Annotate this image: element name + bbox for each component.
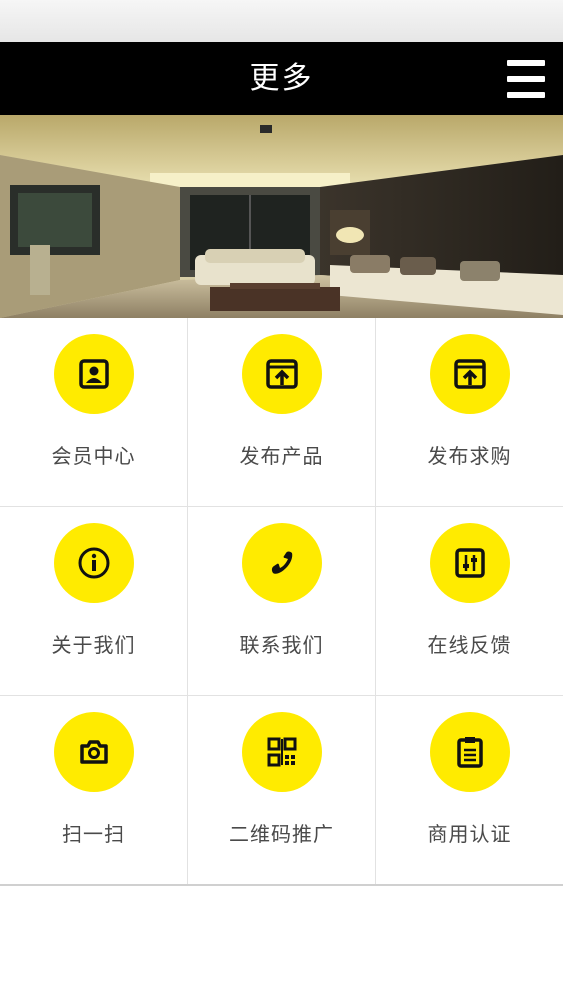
info-icon — [53, 523, 134, 603]
banner-image[interactable] — [0, 115, 563, 318]
grid-item-publish-request[interactable]: 发布求购 — [375, 318, 563, 506]
grid-item-label: 在线反馈 — [427, 633, 512, 657]
qr-code-icon — [241, 712, 322, 792]
grid-item-business-certification[interactable]: 商用认证 — [375, 696, 563, 884]
living-room-photo — [0, 115, 563, 318]
grid-item-label: 关于我们 — [51, 633, 136, 657]
grid-row: 扫一扫 二维码推广 商用认证 — [0, 695, 563, 884]
grid-item-contact-us[interactable]: 联系我们 — [187, 507, 375, 695]
app-header: 更多 — [0, 42, 563, 115]
grid-item-label: 发布产品 — [239, 444, 324, 468]
grid-item-about-us[interactable]: 关于我们 — [0, 507, 187, 695]
grid-item-online-feedback[interactable]: 在线反馈 — [375, 507, 563, 695]
grid-item-label: 会员中心 — [51, 444, 136, 468]
grid-item-publish-product[interactable]: 发布产品 — [187, 318, 375, 506]
grid-item-label: 二维码推广 — [229, 822, 334, 846]
status-bar — [0, 0, 563, 42]
grid-item-label: 发布求购 — [427, 444, 512, 468]
grid-item-label: 联系我们 — [239, 633, 324, 657]
camera-icon — [53, 712, 134, 792]
grid-item-qr-promotion[interactable]: 二维码推广 — [187, 696, 375, 884]
grid-item-scan[interactable]: 扫一扫 — [0, 696, 187, 884]
menu-button[interactable] — [503, 56, 549, 102]
grid-item-label: 商用认证 — [427, 822, 512, 846]
feature-grid: 会员中心 发布产品 发布求购 关于我们 联系我们 在线反馈 扫一扫 二维码推广 … — [0, 318, 563, 886]
grid-item-member-center[interactable]: 会员中心 — [0, 318, 187, 506]
publish-request-icon — [429, 334, 510, 414]
menu-icon-bar-middle — [507, 76, 545, 82]
feedback-sliders-icon — [429, 523, 510, 603]
phone-icon — [241, 523, 322, 603]
member-card-icon — [53, 334, 134, 414]
page-title: 更多 — [249, 61, 314, 96]
menu-icon-bar-bottom — [507, 92, 545, 98]
publish-product-icon — [241, 334, 322, 414]
clipboard-icon — [429, 712, 510, 792]
menu-icon-bar-top — [507, 60, 545, 66]
grid-item-label: 扫一扫 — [62, 822, 125, 846]
grid-row: 关于我们 联系我们 在线反馈 — [0, 506, 563, 695]
grid-row: 会员中心 发布产品 发布求购 — [0, 318, 563, 506]
